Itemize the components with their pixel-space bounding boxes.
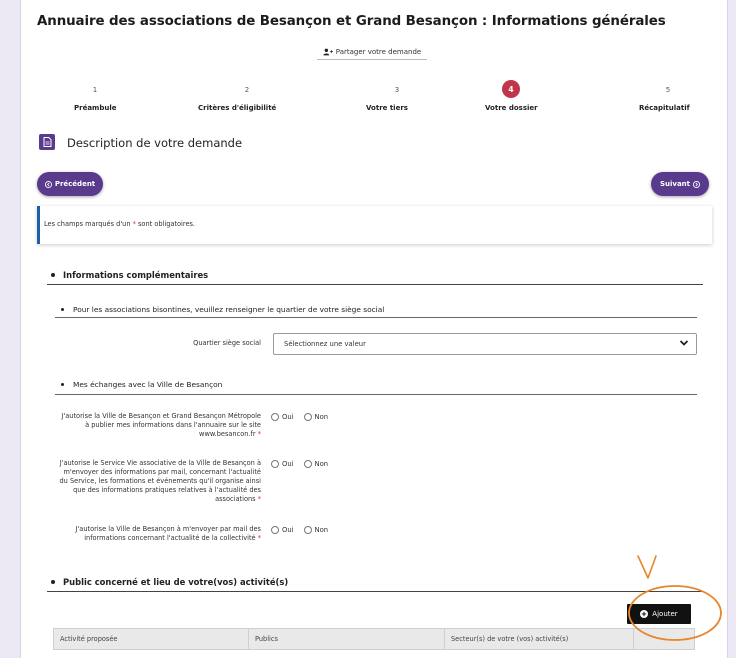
- annotation-circle: [628, 585, 722, 641]
- annotation-arrow-icon: [637, 555, 657, 579]
- annotation-overlay: [628, 555, 722, 641]
